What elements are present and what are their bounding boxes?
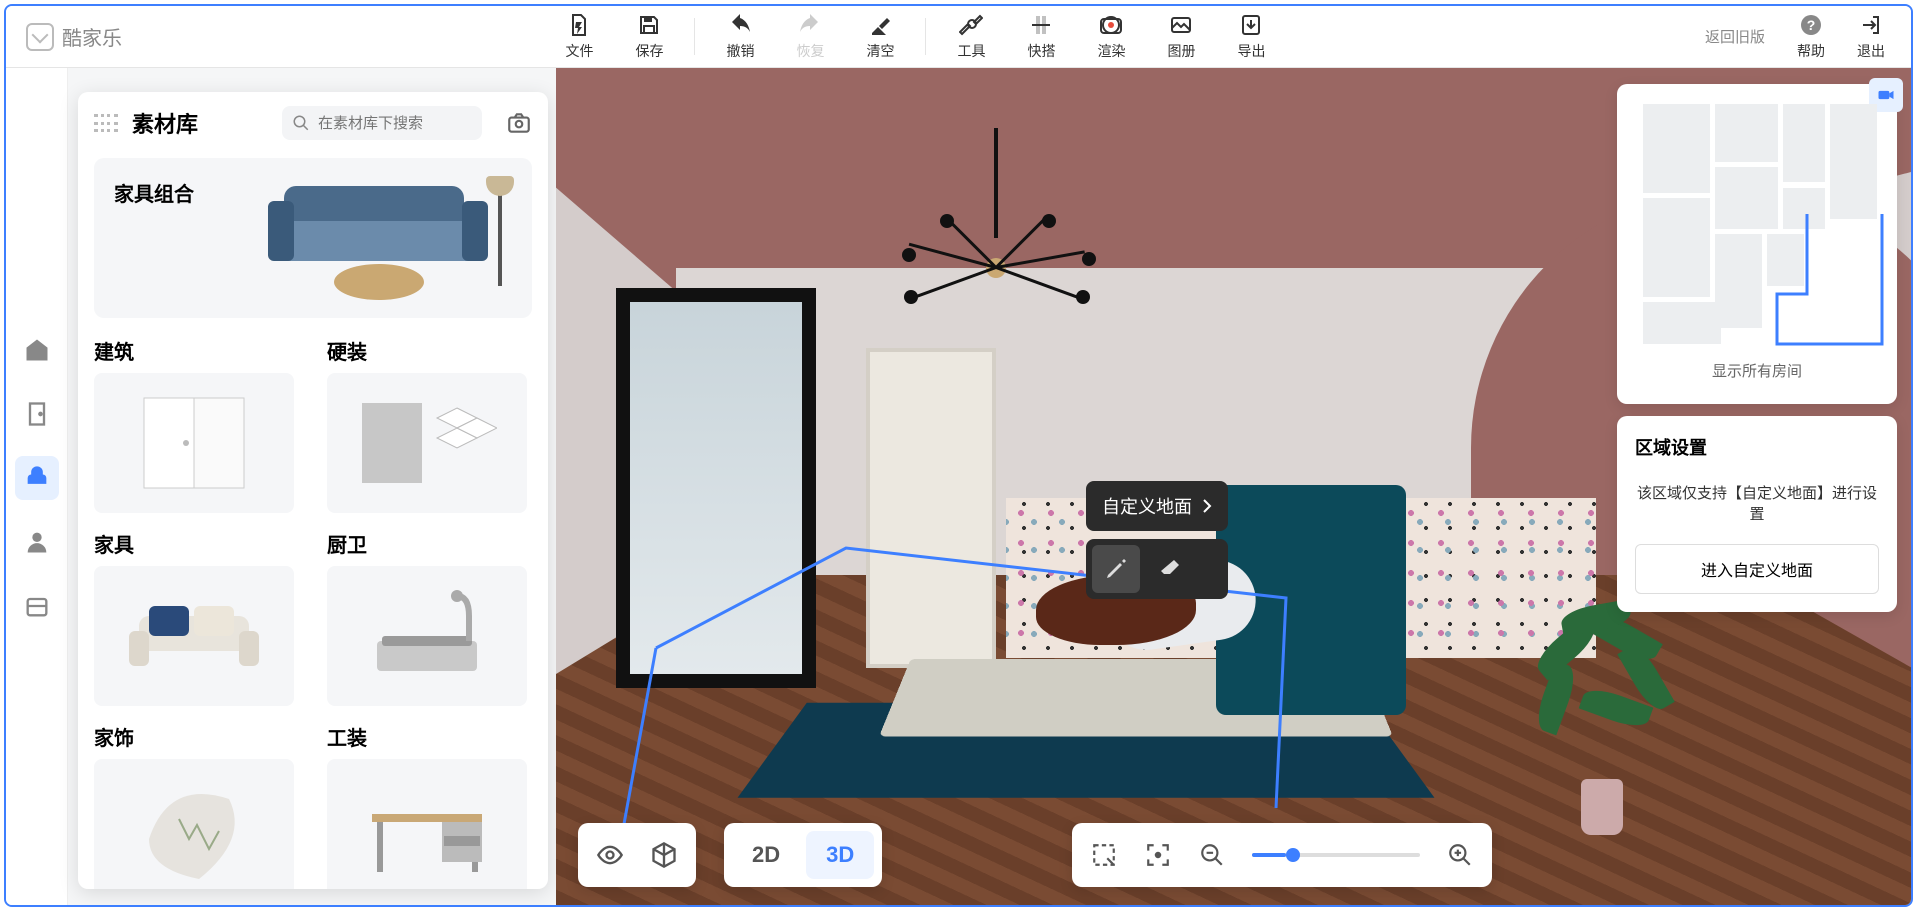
help-button[interactable]: ?帮助 bbox=[1781, 13, 1841, 61]
view-mode-toggle: 2D 3D bbox=[724, 823, 882, 887]
left-rail bbox=[6, 68, 68, 905]
feature-card[interactable]: 家具组合 bbox=[94, 158, 532, 318]
cat-home-deco[interactable]: 家饰 bbox=[94, 722, 299, 889]
fit-selection-icon[interactable] bbox=[1080, 831, 1128, 879]
svg-text:?: ? bbox=[1807, 17, 1816, 33]
2d-toggle[interactable]: 2D bbox=[732, 831, 800, 879]
rail-cabinet-icon[interactable] bbox=[15, 584, 59, 628]
3d-toggle[interactable]: 3D bbox=[806, 831, 874, 879]
camera-search-icon[interactable] bbox=[506, 110, 532, 136]
cat-hard-deco[interactable]: 硬装 bbox=[327, 336, 532, 513]
search-input[interactable] bbox=[318, 115, 448, 132]
rail-door-icon[interactable] bbox=[15, 392, 59, 436]
back-to-old-link[interactable]: 返回旧版 bbox=[1689, 6, 1781, 67]
cat-commercial[interactable]: 工装 bbox=[327, 722, 532, 889]
cat-furniture[interactable]: 家具 bbox=[94, 529, 299, 706]
app-name: 酷家乐 bbox=[62, 22, 122, 51]
cat-kitchen-bath[interactable]: 厨卫 bbox=[327, 529, 532, 706]
erase-tool-icon[interactable] bbox=[1146, 545, 1194, 593]
context-label[interactable]: 自定义地面 bbox=[1086, 481, 1228, 531]
search-icon bbox=[292, 114, 310, 132]
zoom-controls bbox=[1072, 823, 1492, 887]
visibility-icon[interactable] bbox=[586, 831, 634, 879]
cat-building[interactable]: 建筑 bbox=[94, 336, 299, 513]
region-settings-panel: 区域设置 该区域仅支持【自定义地面】进行设置 进入自定义地面 bbox=[1617, 416, 1897, 612]
asset-library-panel: 素材库 家具组合 建筑 硬装 家具 厨卫 家饰 工装 bbox=[78, 92, 548, 889]
logo-icon bbox=[26, 23, 54, 51]
exit-button[interactable]: 退出 bbox=[1841, 13, 1901, 61]
search-box[interactable] bbox=[282, 106, 482, 140]
app-logo: 酷家乐 bbox=[6, 6, 142, 67]
sofa-thumb bbox=[254, 176, 514, 296]
region-desc: 该区域仅支持【自定义地面】进行设置 bbox=[1635, 482, 1879, 524]
context-popup: 自定义地面 bbox=[1086, 481, 1228, 599]
rail-home-icon[interactable] bbox=[15, 328, 59, 372]
edit-tool-icon[interactable] bbox=[1092, 545, 1140, 593]
zoom-in-icon[interactable] bbox=[1436, 831, 1484, 879]
rail-user-icon[interactable] bbox=[15, 520, 59, 564]
top-toolbar: 酷家乐 文件 保存 撤销 恢复 清空 工具 快搭 渲染 图册 导出 返回旧版 ?… bbox=[6, 6, 1911, 68]
zoom-out-icon[interactable] bbox=[1188, 831, 1236, 879]
fit-screen-icon[interactable] bbox=[1134, 831, 1182, 879]
minimap-show-all[interactable]: 显示所有房间 bbox=[1627, 360, 1887, 381]
view-visibility-controls bbox=[578, 823, 696, 887]
render-button[interactable]: 渲染 bbox=[1076, 6, 1146, 67]
zoom-slider[interactable] bbox=[1252, 853, 1420, 857]
menu-icon[interactable] bbox=[94, 114, 118, 132]
chevron-right-icon bbox=[1202, 498, 1212, 514]
clear-button[interactable]: 清空 bbox=[845, 6, 915, 67]
tools-button[interactable]: 工具 bbox=[936, 6, 1006, 67]
quick-button[interactable]: 快搭 bbox=[1006, 6, 1076, 67]
album-button[interactable]: 图册 bbox=[1146, 6, 1216, 67]
redo-button[interactable]: 恢复 bbox=[775, 6, 845, 67]
asset-panel-title: 素材库 bbox=[132, 107, 198, 139]
rail-furniture-icon[interactable] bbox=[15, 456, 59, 500]
region-title: 区域设置 bbox=[1635, 434, 1879, 460]
file-button[interactable]: 文件 bbox=[544, 6, 614, 67]
minimap[interactable] bbox=[1627, 94, 1887, 354]
cube-view-icon[interactable] bbox=[640, 831, 688, 879]
undo-button[interactable]: 撤销 bbox=[705, 6, 775, 67]
enter-custom-floor-button[interactable]: 进入自定义地面 bbox=[1635, 544, 1879, 594]
minimap-panel: 显示所有房间 bbox=[1617, 84, 1897, 404]
export-button[interactable]: 导出 bbox=[1216, 6, 1286, 67]
save-button[interactable]: 保存 bbox=[614, 6, 684, 67]
